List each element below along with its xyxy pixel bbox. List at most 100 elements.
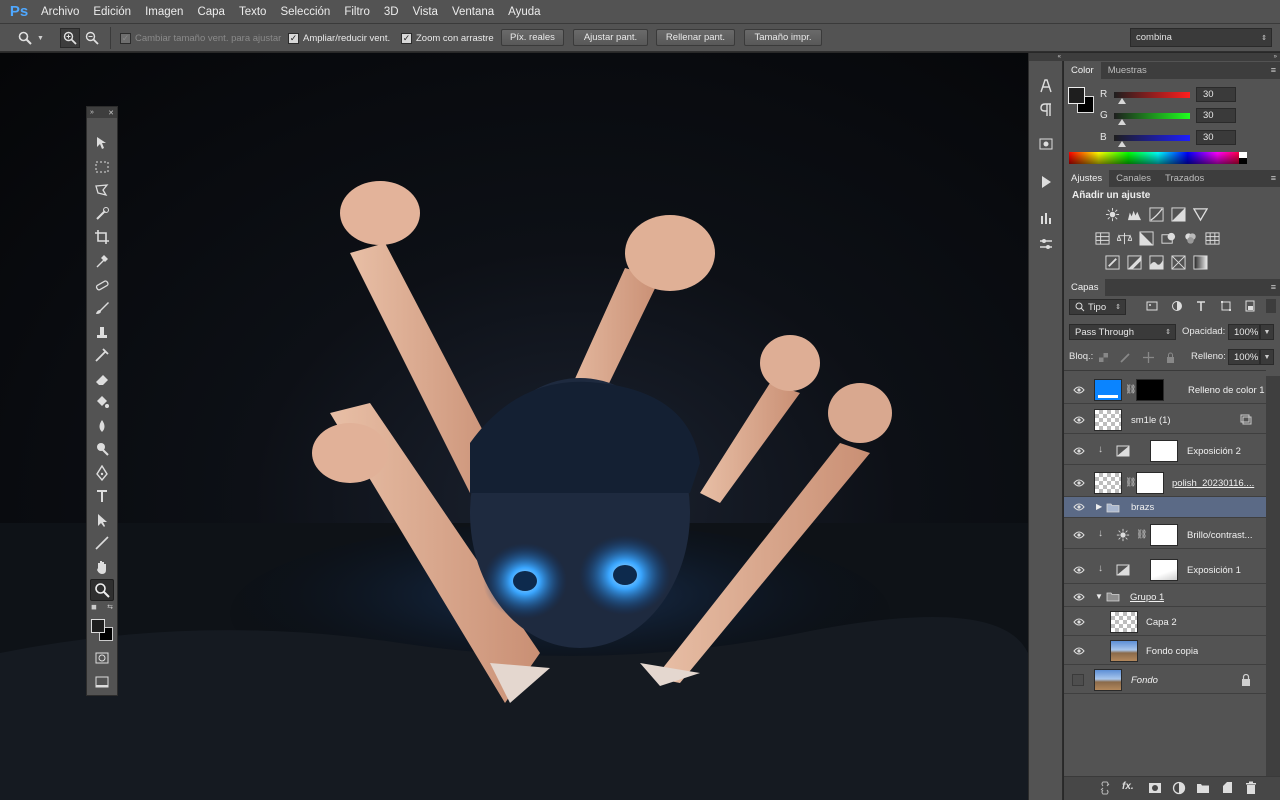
layer-row[interactable]: ⛓ polish_20230116.... xyxy=(1064,469,1266,497)
color-swatches[interactable] xyxy=(1068,87,1096,115)
green-slider[interactable] xyxy=(1114,112,1190,125)
slider-handle-icon[interactable] xyxy=(1118,97,1126,104)
move-tool[interactable] xyxy=(90,132,114,154)
menu-3d[interactable]: 3D xyxy=(377,0,406,24)
quick-mask-button[interactable] xyxy=(90,647,114,669)
menu-seleccion[interactable]: Selección xyxy=(273,0,337,24)
tool-preset-picker[interactable]: ▼ xyxy=(18,29,50,47)
visibility-eye-icon[interactable] xyxy=(1073,565,1085,575)
fit-screen-button[interactable]: Ajustar pant. xyxy=(573,29,648,46)
scrubby-zoom-checkbox[interactable]: ✓ Zoom con arrastre xyxy=(401,30,494,47)
layer-row[interactable]: ▼ Grupo 1 xyxy=(1064,587,1266,607)
panel-menu-icon[interactable]: ≡ xyxy=(1271,173,1276,183)
visibility-eye-icon[interactable] xyxy=(1073,592,1085,602)
hand-tool[interactable] xyxy=(90,556,114,578)
quick-selection-tool[interactable] xyxy=(90,203,114,225)
chain-link-icon[interactable]: ⛓ xyxy=(1125,384,1136,395)
close-icon[interactable]: ✕ xyxy=(108,109,114,117)
layer-row[interactable]: ↓ ⛓ Brillo/contrast... xyxy=(1064,521,1266,549)
brightness-icon[interactable] xyxy=(1104,206,1121,223)
brush-tool[interactable] xyxy=(90,297,114,319)
visibility-eye-icon[interactable] xyxy=(1073,446,1085,456)
eyedropper-tool[interactable] xyxy=(90,250,114,272)
trash-icon[interactable] xyxy=(1244,781,1258,795)
foreground-color-swatch[interactable] xyxy=(1068,87,1085,104)
history-panel-button[interactable] xyxy=(1034,133,1058,155)
mask-thumbnail[interactable] xyxy=(1136,472,1164,494)
eraser-tool[interactable] xyxy=(90,368,114,390)
collapse-icon[interactable]: » xyxy=(1064,53,1280,61)
layers-scrollbar[interactable] xyxy=(1266,376,1280,776)
mask-thumbnail[interactable] xyxy=(1150,524,1178,546)
tab-canales[interactable]: Canales xyxy=(1109,170,1158,187)
blue-value-input[interactable]: 30 xyxy=(1196,130,1236,145)
lock-transparent-icon[interactable] xyxy=(1098,352,1109,363)
paragraph-panel-button[interactable] xyxy=(1034,99,1058,121)
gradient-map-icon[interactable] xyxy=(1192,254,1209,271)
visibility-toggle-off[interactable] xyxy=(1072,674,1084,686)
actual-pixels-button[interactable]: Píx. reales xyxy=(501,29,564,46)
paint-bucket-tool[interactable] xyxy=(90,391,114,413)
shape-filter-icon[interactable] xyxy=(1220,300,1232,312)
mask-thumbnail[interactable] xyxy=(1150,559,1178,581)
menu-ayuda[interactable]: Ayuda xyxy=(501,0,547,24)
visibility-eye-icon[interactable] xyxy=(1073,530,1085,540)
panel-menu-icon[interactable]: ≡ xyxy=(1271,65,1276,75)
layer-row[interactable]: ↓ Exposición 1 xyxy=(1064,556,1266,584)
zoom-tool[interactable] xyxy=(90,579,114,601)
chain-link-icon[interactable]: ⛓ xyxy=(1136,529,1147,540)
panel-menu-icon[interactable]: ≡ xyxy=(1271,282,1276,292)
default-colors-icon[interactable]: ◼ xyxy=(91,603,97,613)
fill-input[interactable]: 100% xyxy=(1228,349,1260,365)
channel-mixer-icon[interactable] xyxy=(1182,230,1199,247)
layer-row[interactable]: ↓ Exposición 2 xyxy=(1064,437,1266,465)
foreground-color-swatch[interactable] xyxy=(91,619,105,633)
threshold-icon[interactable] xyxy=(1148,254,1165,271)
tab-capas[interactable]: Capas xyxy=(1064,279,1106,296)
layer-row[interactable]: sm1le (1) xyxy=(1064,406,1266,434)
workspace-select[interactable]: combina ⇕ xyxy=(1130,28,1272,47)
green-value-input[interactable]: 30 xyxy=(1196,108,1236,123)
lock-pixels-brush-icon[interactable] xyxy=(1120,352,1131,363)
filter-toggle[interactable] xyxy=(1266,299,1276,313)
mask-thumbnail[interactable] xyxy=(1136,379,1164,401)
print-size-button[interactable]: Tamaño impr. xyxy=(744,29,822,46)
adjustment-filter-icon[interactable] xyxy=(1171,300,1183,312)
posterize-icon[interactable] xyxy=(1126,254,1143,271)
menu-vista[interactable]: Vista xyxy=(406,0,445,24)
black-white-icon[interactable] xyxy=(1138,230,1155,247)
curves-icon[interactable] xyxy=(1148,206,1165,223)
zoom-out-button[interactable] xyxy=(82,28,102,48)
menu-archivo[interactable]: Archivo xyxy=(34,0,86,24)
layer-row[interactable]: ⛓ Relleno de color 1 xyxy=(1064,376,1266,404)
visibility-eye-icon[interactable] xyxy=(1073,617,1085,627)
black-swatch[interactable] xyxy=(1239,158,1247,164)
actions-panel-button[interactable] xyxy=(1034,171,1058,193)
document-canvas[interactable] xyxy=(0,53,1028,800)
lock-all-icon[interactable] xyxy=(1165,352,1176,363)
color-swatches[interactable] xyxy=(91,619,113,643)
menu-imagen[interactable]: Imagen xyxy=(138,0,190,24)
menu-ventana[interactable]: Ventana xyxy=(445,0,501,24)
visibility-eye-icon[interactable] xyxy=(1073,478,1085,488)
visibility-eye-icon[interactable] xyxy=(1073,415,1085,425)
expand-icon[interactable]: » xyxy=(90,109,94,116)
exposure-icon[interactable] xyxy=(1170,206,1187,223)
expand-arrow-icon[interactable]: ▶ xyxy=(1096,502,1102,511)
smart-object-filter-icon[interactable] xyxy=(1244,300,1256,312)
invert-icon[interactable] xyxy=(1104,254,1121,271)
photo-filter-icon[interactable] xyxy=(1160,230,1177,247)
menu-capa[interactable]: Capa xyxy=(190,0,232,24)
menu-edicion[interactable]: Edición xyxy=(86,0,138,24)
expand-icon[interactable]: « xyxy=(1029,53,1064,61)
collapse-arrow-icon[interactable]: ▼ xyxy=(1095,592,1103,601)
path-selection-tool[interactable] xyxy=(90,509,114,531)
blur-tool[interactable] xyxy=(90,415,114,437)
layer-filter-select[interactable]: Tipo ⇕ xyxy=(1069,299,1126,315)
red-value-input[interactable]: 30 xyxy=(1196,87,1236,102)
chain-link-icon[interactable]: ⛓ xyxy=(1125,477,1136,488)
menu-texto[interactable]: Texto xyxy=(232,0,274,24)
vibrance-icon[interactable] xyxy=(1192,206,1209,223)
tab-ajustes[interactable]: Ajustes xyxy=(1064,170,1110,187)
resize-windows-checkbox[interactable]: ✓ Cambiar tamaño vent. para ajustar xyxy=(120,30,281,47)
